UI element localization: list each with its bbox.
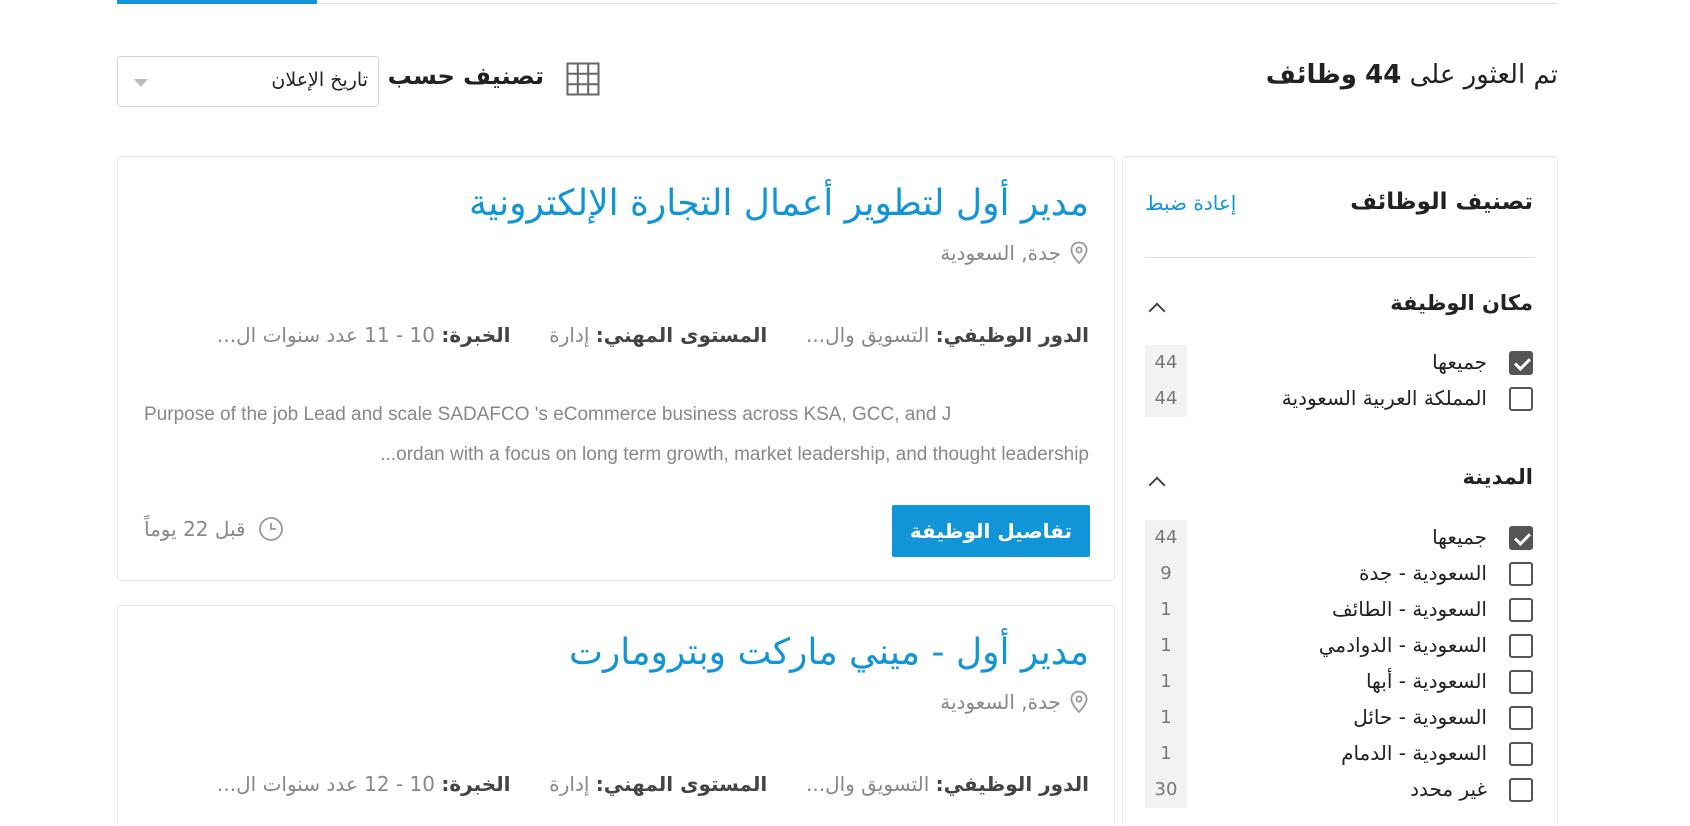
- job-search-page: تم العثور على 44 وظائف تصنيف حسب تاريخ ا…: [0, 0, 1690, 826]
- posted-time-text: قبل 22 يوماً: [144, 517, 246, 541]
- job-title-link[interactable]: مدير أول - ميني ماركت وبترومارت: [569, 632, 1089, 673]
- filter-option-label: المملكة العربية السعودية: [1281, 386, 1487, 410]
- level-key: المستوى المهني:: [595, 772, 768, 796]
- filter-option-label: جميعها: [1432, 525, 1487, 549]
- level-key: المستوى المهني:: [595, 323, 768, 347]
- job-description: Purpose of the job Lead and scale SADAFC…: [144, 395, 1089, 475]
- filter-option-count: 44: [1145, 345, 1187, 381]
- sort-select[interactable]: تاريخ الإعلان: [117, 56, 379, 107]
- filter-option-label: السعودية - جدة: [1359, 561, 1487, 585]
- experience-key: الخبرة:: [441, 323, 511, 347]
- filter-option-count: 1: [1145, 736, 1187, 772]
- checkbox-checked[interactable]: [1509, 526, 1533, 550]
- filter-option-count: 1: [1145, 592, 1187, 628]
- job-meta: الدور الوظيفي: التسويق وال... المستوى ال…: [217, 772, 1089, 796]
- filter-option-label: السعودية - الدوادمي: [1318, 633, 1487, 657]
- filter-option-count: 9: [1145, 556, 1187, 592]
- job-card: مدير أول لتطوير أعمال التجارة الإلكتروني…: [117, 156, 1115, 581]
- role-value: التسويق وال...: [806, 772, 930, 796]
- level-value: إدارة: [549, 772, 590, 796]
- checkbox[interactable]: [1509, 778, 1533, 802]
- filter-option[interactable]: السعودية - الدوادمي 1: [1145, 628, 1533, 664]
- job-location: جدة, السعودية: [940, 241, 1089, 265]
- checkbox[interactable]: [1509, 706, 1533, 730]
- filter-option[interactable]: السعودية - الدمام 1: [1145, 736, 1533, 772]
- filter-option-label: السعودية - الدمام: [1341, 741, 1487, 765]
- checkbox[interactable]: [1509, 634, 1533, 658]
- filter-option[interactable]: جميعها 44: [1145, 520, 1533, 556]
- sort-selected-value: تاريخ الإعلان: [271, 69, 368, 91]
- top-tab-strip: [117, 0, 1558, 4]
- filters-title: تصنيف الوظائف: [1350, 189, 1533, 215]
- location-filter-list: جميعها 44 المملكة العربية السعودية 44: [1145, 345, 1533, 417]
- filter-option[interactable]: السعودية - أبها 1: [1145, 664, 1533, 700]
- grid-view-icon[interactable]: [566, 62, 600, 96]
- checkbox[interactable]: [1509, 670, 1533, 694]
- checkbox-checked[interactable]: [1509, 351, 1533, 375]
- filter-option-count: 1: [1145, 628, 1187, 664]
- experience-key: الخبرة:: [441, 772, 511, 796]
- filter-option-label: السعودية - الطائف: [1331, 597, 1487, 621]
- filter-option-count: 44: [1145, 520, 1187, 556]
- filter-option-count: 30: [1145, 772, 1187, 808]
- active-tab-indicator[interactable]: [117, 0, 317, 4]
- checkbox[interactable]: [1509, 562, 1533, 586]
- city-filter-list: جميعها 44 السعودية - جدة 9 السعودية - الطائف…: [1145, 520, 1533, 808]
- job-description-line: Purpose of the job Lead and scale SADAFC…: [144, 404, 952, 425]
- experience-value: 10 - 11 عدد سنوات ال...: [217, 323, 435, 347]
- filter-option-count: 1: [1145, 664, 1187, 700]
- filter-option[interactable]: جميعها 44: [1145, 345, 1533, 381]
- filter-option-label: غير محدد: [1410, 777, 1487, 801]
- results-count: تم العثور على 44 وظائف: [1266, 60, 1558, 90]
- location-filter-title: مكان الوظيفة: [1390, 291, 1533, 315]
- job-meta: الدور الوظيفي: التسويق وال... المستوى ال…: [217, 323, 1089, 347]
- level-value: إدارة: [549, 323, 590, 347]
- filter-option-count: 44: [1145, 381, 1187, 417]
- divider: [1145, 257, 1535, 258]
- experience-value: 10 - 12 عدد سنوات ال...: [217, 772, 435, 796]
- sort-label: تصنيف حسب: [387, 62, 544, 90]
- chevron-up-icon[interactable]: [1148, 302, 1166, 320]
- location-pin-icon: [1070, 690, 1088, 714]
- results-prefix: تم العثور على: [1409, 60, 1558, 90]
- filter-option[interactable]: غير محدد 30: [1145, 772, 1533, 808]
- chevron-up-icon[interactable]: [1148, 476, 1166, 494]
- filter-option[interactable]: السعودية - حائل 1: [1145, 700, 1533, 736]
- location-pin-icon: [1070, 241, 1088, 265]
- role-value: التسويق وال...: [806, 323, 930, 347]
- chevron-down-icon: [134, 79, 148, 87]
- city-filter-title: المدينة: [1462, 465, 1534, 489]
- filter-option-label: السعودية - أبها: [1365, 669, 1487, 693]
- checkbox[interactable]: [1509, 742, 1533, 766]
- job-location: جدة, السعودية: [940, 690, 1089, 714]
- job-details-button[interactable]: تفاصيل الوظيفة: [892, 505, 1090, 557]
- reset-filters-link[interactable]: إعادة ضبط: [1145, 191, 1236, 215]
- filters-sidebar: تصنيف الوظائف إعادة ضبط مكان الوظيفة جمي…: [1122, 156, 1558, 826]
- results-number: 44: [1365, 60, 1402, 90]
- job-card: مدير أول - ميني ماركت وبترومارت جدة, الس…: [117, 605, 1115, 826]
- role-key: الدور الوظيفي:: [935, 323, 1089, 347]
- job-location-text: جدة, السعودية: [940, 241, 1061, 265]
- filter-option-label: جميعها: [1432, 350, 1487, 374]
- job-location-text: جدة, السعودية: [940, 690, 1061, 714]
- checkbox[interactable]: [1509, 598, 1533, 622]
- role-key: الدور الوظيفي:: [935, 772, 1089, 796]
- clock-icon: [258, 517, 283, 541]
- results-suffix: وظائف: [1265, 60, 1357, 90]
- filter-option-count: 1: [1145, 700, 1187, 736]
- filter-option[interactable]: المملكة العربية السعودية 44: [1145, 381, 1533, 417]
- job-description-line: ordan with a focus on long term growth, …: [380, 444, 1089, 465]
- job-title-link[interactable]: مدير أول لتطوير أعمال التجارة الإلكتروني…: [469, 183, 1089, 224]
- filter-option-label: السعودية - حائل: [1353, 705, 1487, 729]
- checkbox[interactable]: [1509, 387, 1533, 411]
- filter-option[interactable]: السعودية - الطائف 1: [1145, 592, 1533, 628]
- filter-option[interactable]: السعودية - جدة 9: [1145, 556, 1533, 592]
- posted-time: قبل 22 يوماً: [144, 516, 284, 542]
